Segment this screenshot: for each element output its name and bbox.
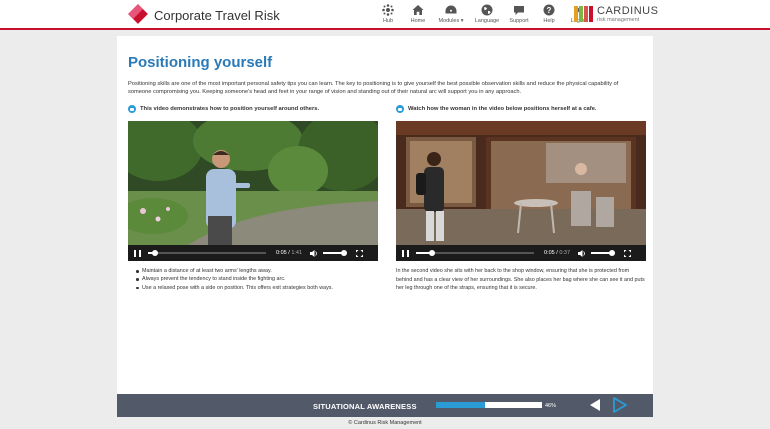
video-player-2[interactable]: 0:05 / 0:37: [396, 121, 646, 261]
nav-label: Hub: [382, 18, 394, 24]
nav-label: Support: [509, 18, 529, 24]
tips-list: Maintain a distance of at least two arms…: [128, 267, 378, 292]
volume-slider[interactable]: [591, 250, 616, 256]
list-item: Use a relaxed pose with a side on positi…: [136, 284, 378, 292]
nav-label: Home: [410, 18, 426, 24]
nav-label: Modules ▾: [438, 18, 463, 24]
copyright: © Cardinus Risk Management: [348, 420, 422, 426]
brand-logo: CARDINUS risk management: [574, 6, 658, 24]
course-footer: SITUATIONAL AWARENESS 46%: [117, 394, 653, 417]
nav-modules[interactable]: Modules ▾: [436, 4, 466, 24]
right-column: Watch how the woman in the video below p…: [396, 104, 646, 293]
fullscreen-icon[interactable]: [356, 249, 364, 257]
nav-label: Language: [474, 18, 500, 24]
right-video-heading: Watch how the woman in the video below p…: [396, 104, 646, 114]
volume-fill: [591, 252, 612, 254]
seek-handle[interactable]: [429, 250, 435, 256]
brand-name: CARDINUS: [597, 5, 659, 17]
video-controls: 0:05 / 0:37: [396, 245, 646, 261]
video-icon: [396, 105, 404, 113]
pause-button[interactable]: [134, 249, 141, 257]
video-time: 0:05 / 1:41: [276, 250, 303, 256]
current-time: 0:05: [276, 250, 287, 256]
seek-handle[interactable]: [152, 250, 158, 256]
left-video-heading: This video demonstrates how to position …: [128, 104, 378, 114]
app-header: Corporate Travel Risk Hub Home Modules ▾…: [0, 0, 770, 30]
volume-icon[interactable]: [578, 249, 586, 257]
volume-icon[interactable]: [310, 249, 318, 257]
brand-bars-icon: [574, 6, 594, 22]
video-frame[interactable]: [396, 121, 646, 245]
video-player-1[interactable]: 0:05 / 1:41: [128, 121, 378, 261]
video-description: In the second video she sits with her ba…: [396, 268, 645, 292]
fullscreen-icon[interactable]: [624, 249, 632, 257]
right-heading-text: Watch how the woman in the video below p…: [408, 106, 597, 112]
nav-language[interactable]: Language: [472, 4, 502, 24]
volume-slider[interactable]: [323, 250, 348, 256]
app-title: Corporate Travel Risk: [154, 8, 280, 23]
nav-help[interactable]: ? Help: [537, 4, 561, 24]
current-time: 0:05: [544, 250, 555, 256]
top-nav: Hub Home Modules ▾ Language Support ? He…: [376, 4, 597, 24]
volume-fill: [323, 252, 344, 254]
volume-handle[interactable]: [341, 250, 348, 256]
question-icon: ?: [543, 4, 555, 16]
video-time: 0:05 / 0:37: [544, 250, 571, 256]
home-icon: [412, 4, 424, 16]
course-progress-bar: [436, 402, 542, 408]
progress-fill: [436, 402, 485, 408]
logo-icon: [128, 4, 148, 24]
section-title: SITUATIONAL AWARENESS: [313, 402, 417, 411]
seek-bar[interactable]: [148, 250, 266, 256]
video-icon: [128, 105, 136, 113]
pause-button[interactable]: [402, 249, 409, 257]
duration: 1:41: [291, 250, 303, 256]
brand-sub: risk management: [597, 17, 640, 23]
video-frame[interactable]: [128, 121, 378, 245]
progress-percent: 46%: [545, 403, 557, 409]
intro-text: Positioning skills are one of the most i…: [128, 81, 619, 95]
svg-text:?: ?: [547, 6, 552, 15]
list-item: Maintain a distance of at least two arms…: [136, 267, 378, 275]
nav-label: Help: [543, 18, 555, 24]
video-controls: 0:05 / 1:41: [128, 245, 378, 261]
duration: 0:37: [559, 250, 571, 256]
hub-icon: [382, 4, 394, 16]
chat-icon: [513, 4, 525, 16]
seek-bar[interactable]: [416, 250, 534, 256]
next-button[interactable]: [612, 397, 628, 413]
globe-icon: [481, 4, 493, 16]
nav-home[interactable]: Home: [406, 4, 430, 24]
volume-handle[interactable]: [609, 250, 616, 256]
content-panel: Positioning yourself Positioning skills …: [117, 36, 653, 394]
page-title: Positioning yourself: [128, 54, 273, 71]
previous-button[interactable]: [588, 398, 602, 412]
list-item: Always prevent the tendency to stand ins…: [136, 275, 378, 283]
left-heading-text: This video demonstrates how to position …: [140, 106, 320, 112]
chevron-down-icon: ▾: [460, 18, 464, 24]
nav-support[interactable]: Support: [507, 4, 531, 24]
left-column: This video demonstrates how to position …: [128, 104, 378, 292]
dashboard-icon: [445, 4, 457, 16]
nav-hub[interactable]: Hub: [376, 4, 400, 24]
nav-label-text: Modules: [438, 18, 460, 24]
